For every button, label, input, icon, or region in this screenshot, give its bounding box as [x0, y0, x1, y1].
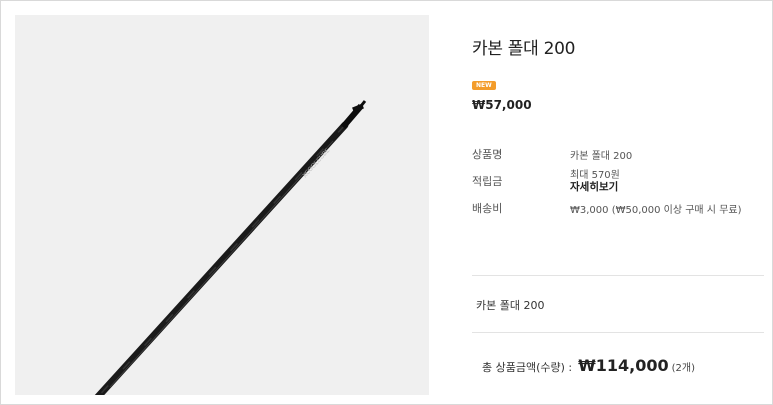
total-amount: ₩114,000: [578, 356, 669, 375]
divider-bottom: [472, 332, 764, 333]
product-image[interactable]: XCOOLCUBE: [15, 15, 429, 395]
new-badge: NEW: [472, 81, 496, 90]
points-label: 적립금: [472, 175, 503, 188]
product-price: ₩57,000: [472, 98, 532, 112]
product-title: 카본 폴대 200: [472, 39, 576, 59]
shipping-label: 배송비: [472, 202, 503, 215]
points-detail-link[interactable]: 자세히보기: [570, 179, 618, 194]
name-value: 카본 폴대 200: [570, 151, 633, 162]
total-count: (2개): [671, 363, 696, 374]
name-label: 상품명: [472, 148, 503, 161]
shipping-value: ₩3,000 (₩50,000 이상 구매 시 무료): [570, 205, 742, 216]
divider-top: [472, 275, 764, 276]
carbon-pole-illustration: XCOOLCUBE: [94, 100, 367, 395]
total-label: 총 상품금액(수량) :: [482, 361, 573, 374]
total-price-row: 총 상품금액(수량) : ₩114,000 (2개): [482, 356, 695, 375]
selected-option-name: 카본 폴대 200: [476, 299, 545, 312]
